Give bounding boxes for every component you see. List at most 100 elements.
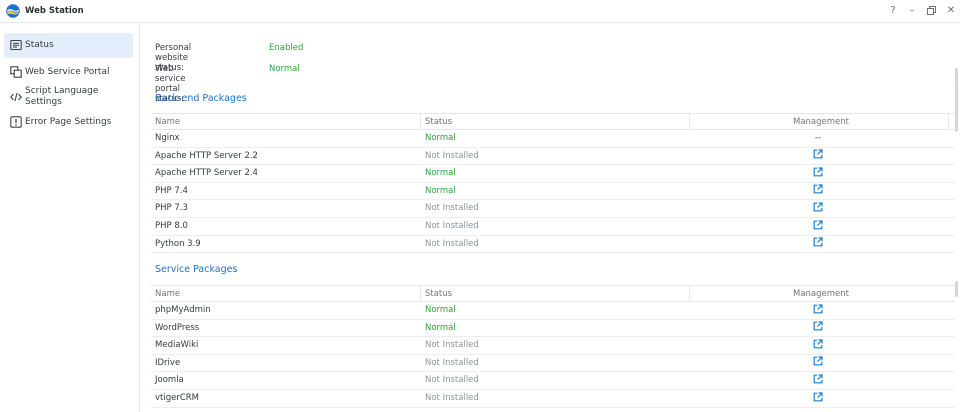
column-divider[interactable]	[689, 286, 690, 302]
sidebar-item-label: Script Language	[25, 86, 99, 96]
open-management-button[interactable]	[813, 219, 823, 231]
package-status: Normal	[425, 168, 456, 179]
open-external-icon	[813, 149, 823, 159]
open-management-button[interactable]	[813, 202, 823, 213]
column-divider[interactable]	[420, 114, 421, 130]
package-name: vtigerCRM	[155, 393, 200, 403]
sidebar-item-script-language-settings[interactable]: Script Language Settings	[4, 85, 133, 109]
web-station-app-icon	[6, 4, 20, 18]
table-row[interactable]: Joomla Not Installed	[151, 372, 955, 390]
package-name: PHP 8.0	[155, 221, 188, 231]
column-divider[interactable]	[689, 114, 690, 130]
open-management-button[interactable]	[813, 391, 823, 403]
web-service-portal-status-value: Normal	[269, 64, 300, 74]
window-title: Web Station	[25, 6, 84, 16]
table-row[interactable]: PHP 8.0 Not Installed	[151, 218, 955, 236]
package-name: IDrive	[155, 357, 181, 368]
scrollbar-thumb-lower[interactable]	[955, 281, 958, 297]
restore-button[interactable]	[924, 3, 938, 19]
management-cell	[807, 165, 829, 182]
table-row[interactable]: PHP 7.3 Not Installed	[151, 200, 955, 218]
open-external-icon	[813, 202, 823, 212]
package-name: Joomla	[155, 375, 184, 386]
sidebar-item-error-page-settings[interactable]: Error Page Settings	[4, 114, 133, 132]
column-header-name[interactable]: Name	[155, 286, 180, 302]
open-external-icon	[813, 167, 823, 177]
table-row[interactable]: phpMyAdmin Normal	[151, 302, 955, 320]
table-row[interactable]: Nginx Normal --	[151, 130, 955, 148]
table-row[interactable]: Python 3.9 Not Installed	[151, 236, 955, 254]
open-management-button[interactable]	[813, 184, 823, 196]
management-cell	[807, 390, 829, 407]
help-button[interactable]: ?	[886, 3, 900, 19]
open-external-icon	[813, 374, 823, 384]
personal-website-status-value: Enabled	[269, 43, 304, 53]
column-divider[interactable]	[948, 114, 949, 130]
table-row[interactable]: IDrive Not Installed	[151, 355, 955, 373]
sidebar-item-label: Status	[25, 40, 54, 50]
column-divider[interactable]	[420, 286, 421, 302]
management-cell	[807, 236, 829, 253]
open-management-button[interactable]	[813, 356, 823, 368]
package-status: Normal	[425, 305, 456, 315]
package-name: Apache HTTP Server 2.2	[155, 150, 258, 161]
management-cell	[807, 372, 829, 389]
column-header-status[interactable]: Status	[425, 114, 452, 130]
open-external-icon	[813, 237, 823, 247]
management-placeholder: --	[814, 133, 822, 143]
package-name: PHP 7.4	[155, 185, 188, 196]
alert-icon	[10, 116, 22, 128]
package-name: Nginx	[155, 133, 180, 143]
open-external-icon	[813, 303, 823, 313]
column-header-status[interactable]: Status	[425, 286, 452, 302]
close-button[interactable]: ✕	[944, 3, 958, 19]
scrollbar-thumb[interactable]	[955, 68, 958, 132]
sidebar-item-label: Web Service Portal	[25, 67, 110, 77]
open-management-button[interactable]	[813, 374, 823, 385]
table-row[interactable]: Apache HTTP Server 2.2 Not Installed	[151, 148, 955, 166]
management-cell	[807, 355, 829, 372]
sidebar-item-label: Error Page Settings	[25, 117, 112, 127]
column-header-management[interactable]: Management	[793, 114, 849, 130]
open-management-button[interactable]	[813, 167, 823, 178]
package-name: phpMyAdmin	[155, 305, 211, 315]
package-status: Not Installed	[425, 340, 479, 351]
table-row[interactable]: PHP 7.4 Normal	[151, 183, 955, 201]
package-status: Not Installed	[425, 221, 479, 231]
table-header: Name Status Management	[151, 113, 955, 130]
package-status: Normal	[425, 322, 456, 333]
open-external-icon	[813, 339, 823, 349]
table-row[interactable]: Apache HTTP Server 2.4 Normal	[151, 165, 955, 183]
package-status: Normal	[425, 185, 456, 196]
open-management-button[interactable]	[813, 149, 823, 161]
management-cell	[807, 320, 829, 337]
backend-packages-title: Back-end Packages	[155, 93, 247, 104]
title-bar: Web Station ? – ✕	[0, 0, 960, 23]
status-list-icon	[10, 39, 22, 51]
sidebar-item-status[interactable]: Status	[4, 33, 133, 58]
open-management-button[interactable]	[813, 321, 823, 333]
open-management-button[interactable]	[813, 303, 823, 315]
open-management-button[interactable]	[813, 237, 823, 249]
sidebar-item-label-line2: Settings	[25, 97, 62, 107]
table-row[interactable]: vtigerCRM Not Installed	[151, 390, 955, 408]
table-header: Name Status Management ⋮	[151, 285, 960, 302]
open-management-button[interactable]	[813, 339, 823, 350]
package-status: Not Installed	[425, 357, 479, 368]
column-header-management[interactable]: Management	[793, 286, 849, 302]
management-cell	[807, 218, 829, 235]
table-row[interactable]: MediaWiki Not Installed	[151, 337, 955, 355]
open-external-icon	[813, 321, 823, 331]
management-cell	[807, 148, 829, 165]
package-status: Normal	[425, 133, 456, 143]
open-external-icon	[813, 391, 823, 401]
table-row[interactable]: WordPress Normal	[151, 320, 955, 338]
package-name: Apache HTTP Server 2.4	[155, 168, 258, 179]
open-external-icon	[813, 184, 823, 194]
portal-icon	[10, 66, 22, 78]
column-header-name[interactable]: Name	[155, 114, 180, 130]
package-status: Not Installed	[425, 238, 479, 249]
package-status: Not Installed	[425, 203, 479, 214]
minimize-button[interactable]: –	[905, 3, 919, 19]
sidebar-item-web-service-portal[interactable]: Web Service Portal	[4, 64, 133, 82]
